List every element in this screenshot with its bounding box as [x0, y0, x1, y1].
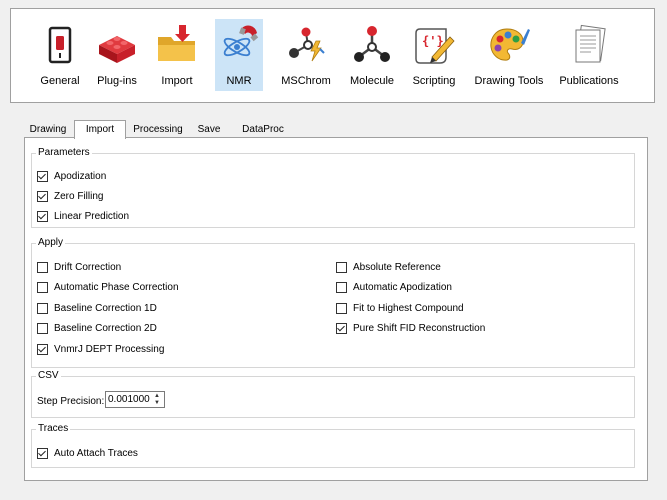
mschrom-icon — [289, 27, 325, 62]
toolbar-item-molecule[interactable]: Molecule — [347, 19, 397, 91]
group-title: CSV — [38, 370, 59, 381]
checkbox-label: Linear Prediction — [54, 210, 130, 222]
pure-shift-fid-reconstruction-checkbox[interactable]: Pure Shift FID Reconstruction — [336, 321, 485, 335]
svg-text:{'}: {'} — [422, 34, 444, 48]
automatic-phase-correction-checkbox[interactable]: Automatic Phase Correction — [37, 280, 179, 294]
checkbox-label: Baseline Correction 1D — [54, 302, 157, 314]
tab-import[interactable]: Import — [74, 120, 126, 139]
script-icon: {'} — [415, 28, 455, 64]
toolbar-item-plugins[interactable]: Plug-ins — [91, 19, 143, 91]
toolbar-label: NMR — [226, 75, 252, 87]
toolbar-label: General — [40, 75, 80, 87]
spin-up-icon[interactable]: ▲ — [153, 393, 161, 400]
tab-drawing[interactable]: Drawing — [26, 122, 70, 138]
checkbox-label: Auto Attach Traces — [54, 447, 138, 459]
toolbar-item-nmr[interactable]: NMR — [215, 19, 263, 91]
automatic-apodization-checkbox[interactable]: Automatic Apodization — [336, 280, 452, 294]
tab-save[interactable]: Save — [192, 122, 226, 138]
checkbox-square — [37, 322, 48, 334]
checkbox-label: Pure Shift FID Reconstruction — [353, 322, 486, 334]
checkbox-square — [336, 302, 347, 314]
nmr-magnet-icon — [223, 25, 259, 57]
tab-processing[interactable]: Processing — [130, 122, 186, 138]
tab-dataproc[interactable]: DataProc — [234, 122, 292, 138]
toolbar-label: Drawing Tools — [474, 75, 544, 87]
checkbox-label: Drift Correction — [54, 261, 122, 273]
group-title: Traces — [38, 423, 69, 434]
step-precision-spinbox[interactable]: ▲ ▼ — [105, 391, 165, 408]
drift-correction-checkbox[interactable]: Drift Correction — [37, 260, 121, 274]
check-icon — [37, 190, 48, 202]
toolbar-item-import[interactable]: Import — [155, 19, 199, 91]
group-title: Apply — [38, 237, 64, 248]
checkbox-square — [37, 261, 48, 273]
checkbox-square — [336, 261, 347, 273]
checkbox-label: Zero Filling — [54, 190, 104, 202]
bricks-icon — [99, 36, 135, 63]
toolbar-item-drawing-tools[interactable]: Drawing Tools — [471, 19, 547, 91]
check-icon — [336, 322, 347, 334]
toolbar-label: MSChrom — [281, 75, 331, 87]
apodization-checkbox[interactable]: Apodization — [37, 169, 106, 183]
checkbox-label: Automatic Phase Correction — [54, 281, 179, 293]
checkbox-label: Fit to Highest Compound — [353, 302, 464, 314]
toolbar-label: Scripting — [412, 75, 456, 87]
absolute-reference-checkbox[interactable]: Absolute Reference — [336, 260, 441, 274]
folder-import-icon — [158, 25, 195, 61]
toolbar-item-general[interactable]: General — [39, 19, 81, 91]
checkbox-label: Absolute Reference — [353, 261, 441, 273]
publications-icon — [575, 24, 606, 63]
fit-to-highest-compound-checkbox[interactable]: Fit to Highest Compound — [336, 301, 464, 315]
check-icon — [37, 447, 48, 459]
switch-icon — [48, 26, 72, 64]
toolbar-label: Plug-ins — [97, 75, 137, 87]
checkbox-square — [37, 281, 48, 293]
checkbox-label: Apodization — [54, 170, 107, 182]
check-icon — [37, 170, 48, 182]
palette-icon — [490, 28, 530, 61]
spin-down-icon[interactable]: ▼ — [153, 400, 161, 407]
checkbox-label: VnmrJ DEPT Processing — [54, 343, 165, 355]
baseline-correction-2d-checkbox[interactable]: Baseline Correction 2D — [37, 321, 157, 335]
checkbox-square — [336, 281, 347, 293]
preferences-toolbar: General Plug-ins Import NMR MSChrom Mole… — [10, 8, 655, 103]
checkbox-label: Baseline Correction 2D — [54, 322, 157, 334]
step-precision-label: Step Precision: — [37, 396, 105, 407]
import-panel: Parameters Apodization Zero Filling Line… — [24, 137, 648, 481]
checkbox-label: Automatic Apodization — [353, 281, 452, 293]
group-title: Parameters — [38, 147, 90, 158]
auto-attach-traces-checkbox[interactable]: Auto Attach Traces — [37, 446, 138, 460]
vnmrj-dept-processing-checkbox[interactable]: VnmrJ DEPT Processing — [37, 342, 164, 356]
check-icon — [37, 343, 48, 355]
step-precision-input[interactable] — [108, 393, 150, 406]
checkbox-square — [37, 302, 48, 314]
toolbar-item-scripting[interactable]: {'} Scripting — [409, 19, 459, 91]
toolbar-item-publications[interactable]: Publications — [557, 19, 621, 91]
toolbar-label: Molecule — [349, 75, 395, 87]
linear-prediction-checkbox[interactable]: Linear Prediction — [37, 209, 129, 223]
zero-filling-checkbox[interactable]: Zero Filling — [37, 189, 103, 203]
toolbar-item-mschrom[interactable]: MSChrom — [279, 19, 333, 91]
check-icon — [37, 210, 48, 222]
toolbar-label: Import — [161, 75, 193, 87]
toolbar-label: Publications — [559, 75, 619, 87]
molecule-icon — [354, 26, 390, 62]
baseline-correction-1d-checkbox[interactable]: Baseline Correction 1D — [37, 301, 157, 315]
